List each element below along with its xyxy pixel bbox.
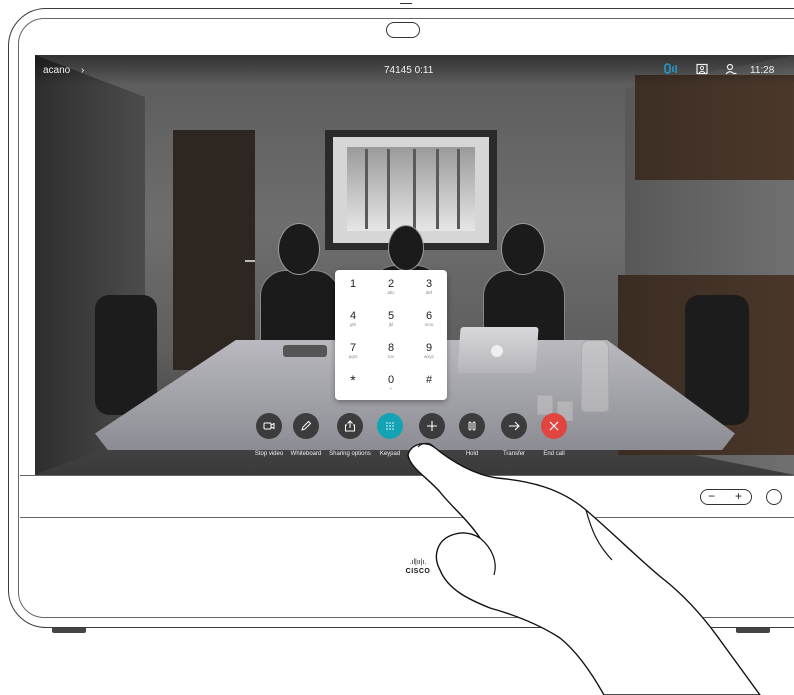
- share-icon: [345, 420, 355, 432]
- sharing-options-button[interactable]: [337, 413, 363, 439]
- cisco-bars-icon: .ıl|ıı|ı.: [409, 559, 427, 566]
- screen-bottom-edge: [20, 475, 794, 476]
- whiteboard-button[interactable]: [293, 413, 319, 439]
- forest-tree: [365, 149, 368, 229]
- video-screen: acano › 74145 0:11 11:28 1 2 abc 3 def 4 gh…: [35, 55, 794, 475]
- camera-icon-housing: [386, 22, 420, 38]
- end-call-button[interactable]: [541, 413, 567, 439]
- hold-button[interactable]: [459, 413, 485, 439]
- cisco-wordmark: CISCO: [405, 568, 431, 575]
- key-5[interactable]: 5 jkl: [373, 302, 409, 332]
- selfview-icon[interactable]: [696, 63, 708, 75]
- add-participant-button[interactable]: [419, 413, 445, 439]
- glass: [537, 395, 553, 415]
- water-bottle: [581, 340, 609, 412]
- door-handle: [245, 260, 255, 262]
- call-status-bar: acano › 74145 0:11 11:28: [35, 55, 794, 85]
- camera-icon: [263, 422, 275, 430]
- chevron-right-icon[interactable]: ›: [81, 65, 84, 76]
- key-6[interactable]: 6 mno: [411, 302, 447, 332]
- close-icon: [549, 421, 559, 431]
- key-0[interactable]: 0 +: [373, 366, 409, 396]
- device-foot-left: [52, 628, 86, 633]
- participants-icon[interactable]: [725, 63, 737, 75]
- wall-cabinet: [635, 75, 794, 180]
- key-2[interactable]: 2 abc: [373, 270, 409, 300]
- forest-tree: [413, 149, 416, 229]
- mic-indicator-icon[interactable]: [664, 63, 680, 75]
- room-door: [173, 130, 255, 370]
- volume-control[interactable]: − +: [700, 489, 752, 505]
- end-call-label: End call: [543, 451, 565, 457]
- key-3[interactable]: 3 def: [411, 270, 447, 300]
- chair-left: [95, 295, 157, 415]
- person-middle-head: [388, 225, 424, 271]
- bezel-divider: [20, 517, 794, 518]
- volume-up-icon[interactable]: +: [735, 490, 742, 502]
- call-info: 74145 0:11: [384, 65, 434, 76]
- device-foot-right: [736, 628, 770, 633]
- conference-phone: [283, 345, 327, 357]
- stop-video-button[interactable]: [256, 413, 282, 439]
- key-9[interactable]: 9 wxyz: [411, 334, 447, 364]
- key-1[interactable]: 1: [335, 270, 371, 300]
- keypad-button[interactable]: [377, 413, 403, 439]
- volume-down-icon[interactable]: −: [708, 490, 715, 502]
- person-left: [260, 270, 340, 347]
- pause-icon: [468, 421, 476, 431]
- keypad-label: Keypad: [379, 451, 401, 457]
- meeting-name[interactable]: acano: [43, 65, 70, 76]
- keypad-icon: [386, 422, 394, 430]
- transfer-button[interactable]: [501, 413, 527, 439]
- forest-tree: [436, 149, 439, 229]
- dial-keypad: 1 2 abc 3 def 4 ghi 5 jkl 6 mno 7 pqrs 8 tuv 9w…: [335, 270, 447, 400]
- laptop-logo: [491, 345, 503, 357]
- plus-icon: [427, 421, 437, 431]
- arrow-right-icon: [509, 421, 520, 431]
- key-8[interactable]: 8 tuv: [373, 334, 409, 364]
- key-4[interactable]: 4 ghi: [335, 302, 371, 332]
- power-button[interactable]: [766, 489, 782, 505]
- pen-icon: [301, 420, 312, 431]
- person-right-head: [501, 223, 545, 275]
- clock: 11:28: [750, 65, 775, 76]
- forest-tree: [457, 149, 460, 229]
- key-7[interactable]: 7 pqrs: [335, 334, 371, 364]
- key-star[interactable]: *: [335, 366, 371, 396]
- person-left-head: [278, 223, 320, 275]
- forest-tree: [387, 149, 390, 229]
- key-hash[interactable]: #: [411, 366, 447, 396]
- cisco-logo: .ıl|ıı|ı. CISCO: [398, 558, 438, 580]
